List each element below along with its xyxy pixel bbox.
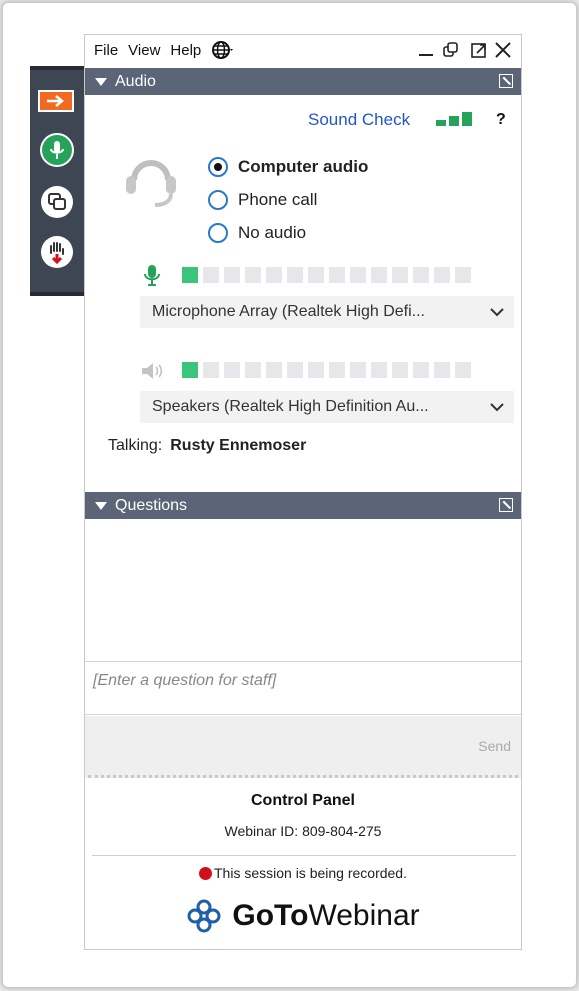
- popout-icon[interactable]: [470, 38, 488, 62]
- meter-cell: [203, 362, 219, 378]
- meter-cell: [245, 362, 261, 378]
- menu-file[interactable]: File: [94, 42, 118, 59]
- meter-cell: [434, 267, 450, 283]
- raise-hand-icon[interactable]: [35, 230, 79, 274]
- audio-header-label: Audio: [115, 72, 156, 90]
- grab-tab-strip: [30, 66, 84, 296]
- meter-cell: [308, 267, 324, 283]
- meter-cell: [371, 362, 387, 378]
- brand-bold: GoTo: [232, 899, 309, 932]
- meter-cell: [455, 362, 471, 378]
- recording-dot-icon: [199, 867, 212, 880]
- computer-audio-option[interactable]: Computer audio: [208, 154, 368, 180]
- meter-cell: [224, 267, 240, 283]
- gotowebinar-flower-icon: [187, 899, 221, 933]
- speaker-level-meter: [182, 362, 476, 378]
- meter-cell: [350, 267, 366, 283]
- sound-check-link[interactable]: Sound Check: [308, 110, 410, 130]
- audio-section-header[interactable]: Audio: [85, 68, 521, 95]
- meter-cell: [182, 362, 198, 378]
- divider: [92, 855, 516, 856]
- speaker-level-icon: [140, 362, 168, 385]
- meter-cell: [413, 362, 429, 378]
- chevron-down-icon: [490, 403, 504, 412]
- speakers-select[interactable]: Speakers (Realtek High Definition Au...: [140, 391, 514, 423]
- microphone-value: Microphone Array (Realtek High Defi...: [152, 303, 425, 320]
- meter-cell: [287, 267, 303, 283]
- talking-name: Rusty Ennemoser: [170, 437, 307, 454]
- chevron-down-icon: [490, 308, 504, 317]
- meter-cell: [287, 362, 303, 378]
- no-audio-radio[interactable]: [208, 223, 228, 243]
- orange-arrow-icon[interactable]: [38, 90, 74, 112]
- phone-call-radio[interactable]: [208, 190, 228, 210]
- menu-view[interactable]: View: [128, 42, 160, 59]
- menu-help[interactable]: Help: [170, 42, 201, 59]
- collapse-triangle-icon[interactable]: [95, 77, 107, 86]
- computer-audio-label: Computer audio: [238, 157, 369, 176]
- meter-cell: [182, 267, 198, 283]
- meter-cell: [329, 267, 345, 283]
- meter-cell: [266, 267, 282, 283]
- talking-label: Talking:: [108, 437, 163, 454]
- meter-cell: [392, 362, 408, 378]
- restore-icon[interactable]: [442, 38, 460, 62]
- meter-cell: [308, 362, 324, 378]
- webinar-id: Webinar ID: 809-804-275: [224, 823, 382, 839]
- phone-call-label: Phone call: [238, 190, 318, 209]
- questions-section-header[interactable]: Questions: [85, 492, 521, 519]
- recording-notice: This session is being recorded.: [85, 865, 521, 881]
- headset-icon: [120, 148, 182, 210]
- no-audio-label: No audio: [238, 223, 307, 242]
- detach-section-icon[interactable]: [499, 498, 513, 512]
- send-button[interactable]: Send: [478, 738, 511, 754]
- meter-cell: [392, 267, 408, 283]
- collapse-triangle-icon[interactable]: [95, 501, 107, 510]
- meter-cell: [266, 362, 282, 378]
- screen-share-icon[interactable]: [35, 180, 79, 224]
- question-compose-area[interactable]: Send: [85, 716, 521, 778]
- questions-log: [85, 519, 521, 661]
- questions-header-label: Questions: [115, 496, 188, 514]
- meter-cell: [350, 362, 366, 378]
- microphone-select[interactable]: Microphone Array (Realtek High Defi...: [140, 296, 514, 328]
- mic-level-icon: [142, 264, 162, 291]
- close-icon[interactable]: [494, 38, 512, 62]
- recording-text: This session is being recorded.: [214, 865, 407, 881]
- control-panel-title: Control Panel: [250, 792, 355, 809]
- computer-audio-radio[interactable]: [208, 157, 228, 177]
- phone-call-option[interactable]: Phone call: [208, 187, 317, 213]
- speakers-value: Speakers (Realtek High Definition Au...: [152, 398, 429, 415]
- meter-cell: [455, 267, 471, 283]
- signal-bars-icon: [436, 112, 476, 128]
- meter-cell: [329, 362, 345, 378]
- brand-rest: Webinar: [308, 899, 420, 932]
- resize-grip[interactable]: [88, 775, 518, 784]
- meter-cell: [224, 362, 240, 378]
- detach-section-icon[interactable]: [499, 74, 513, 88]
- meter-cell: [434, 362, 450, 378]
- talking-indicator: Talking: Rusty Ennemoser: [108, 437, 306, 455]
- mic-level-meter: [182, 267, 476, 283]
- question-placeholder: [Enter a question for staff]: [93, 672, 277, 689]
- meter-cell: [371, 267, 387, 283]
- meter-cell: [203, 267, 219, 283]
- menu-bar: File View Help: [94, 38, 245, 62]
- help-icon[interactable]: ?: [496, 111, 506, 129]
- meter-cell: [245, 267, 261, 283]
- gotowebinar-logo: GoTo Webinar: [85, 898, 521, 934]
- no-audio-option[interactable]: No audio: [208, 220, 306, 246]
- minimize-icon[interactable]: [418, 38, 434, 62]
- globe-icon[interactable]: [211, 40, 235, 60]
- meter-cell: [413, 267, 429, 283]
- question-input[interactable]: [Enter a question for staff]: [85, 661, 521, 715]
- microphone-icon[interactable]: [35, 128, 79, 172]
